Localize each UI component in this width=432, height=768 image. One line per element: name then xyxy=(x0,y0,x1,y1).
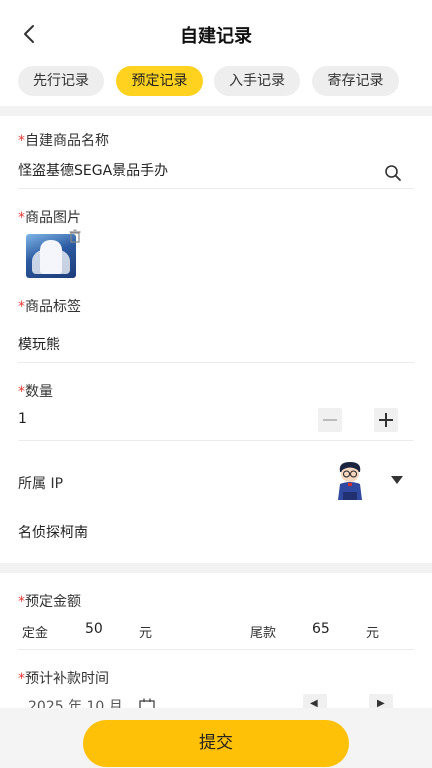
tab-advance-record[interactable]: 先行记录 xyxy=(18,66,104,96)
tag-input[interactable]: 模玩熊 xyxy=(18,334,60,354)
record-tabs: 先行记录 预定记录 入手记录 寄存记录 xyxy=(0,66,432,98)
ip-label: 所属 IP xyxy=(18,476,64,492)
tab-storage-record[interactable]: 寄存记录 xyxy=(312,66,399,96)
deposit-sub-label: 定金 xyxy=(22,626,49,641)
balance-sub-label: 尾款 xyxy=(250,626,277,641)
search-icon[interactable] xyxy=(384,164,402,182)
page-title: 自建记录 xyxy=(180,26,252,47)
image-label: *商品图片 xyxy=(18,210,81,226)
tag-label: *商品标签 xyxy=(18,299,81,315)
balance-unit: 元 xyxy=(366,626,380,641)
divider xyxy=(18,362,414,363)
ip-avatar[interactable] xyxy=(334,460,366,500)
decrease-button[interactable] xyxy=(318,408,342,432)
divider xyxy=(18,188,414,189)
name-label: *自建商品名称 xyxy=(18,133,109,149)
chevron-down-icon[interactable] xyxy=(391,476,403,484)
delete-icon[interactable] xyxy=(68,228,82,243)
ip-value: 名侦探柯南 xyxy=(18,525,88,541)
tab-preorder-record[interactable]: 预定记录 xyxy=(116,66,203,96)
balance-input[interactable]: 65 xyxy=(312,621,330,637)
deposit-input[interactable]: 50 xyxy=(85,621,103,637)
payment-time-label: *预计补款时间 xyxy=(18,671,109,687)
header: 自建记录 xyxy=(0,0,432,62)
divider xyxy=(18,649,414,650)
divider xyxy=(0,106,432,116)
deposit-unit: 元 xyxy=(139,626,153,641)
submit-button[interactable]: 提交 xyxy=(83,720,349,767)
name-input[interactable]: 怪盗基德SEGA景品手办 xyxy=(18,160,168,180)
divider xyxy=(18,440,414,441)
tab-acquired-record[interactable]: 入手记录 xyxy=(214,66,300,96)
quantity-label: *数量 xyxy=(18,384,53,400)
deposit-label: *预定金额 xyxy=(18,594,81,610)
increase-button[interactable] xyxy=(374,408,398,432)
quantity-value[interactable]: 1 xyxy=(18,411,27,427)
divider xyxy=(0,563,432,573)
